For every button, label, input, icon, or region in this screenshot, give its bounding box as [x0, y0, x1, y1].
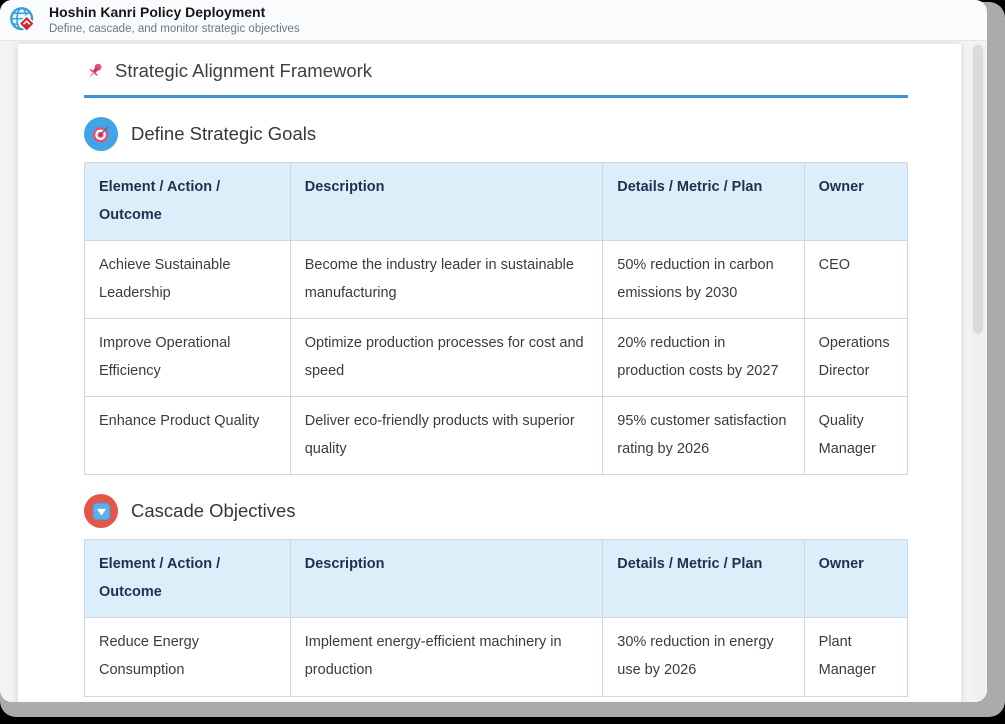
- table-row: Improve Operational EfficiencyOptimize p…: [85, 319, 908, 397]
- column-header: Owner: [804, 163, 907, 241]
- app-header: Hoshin Kanri Policy Deployment Define, c…: [0, 0, 987, 41]
- table-cell: 20% reduction in production costs by 202…: [603, 319, 804, 397]
- table-header-row: Element / Action / OutcomeDescriptionDet…: [85, 540, 908, 618]
- column-header: Details / Metric / Plan: [603, 540, 804, 618]
- sections-container: Define Strategic Goals Element / Action …: [84, 117, 908, 697]
- table-cell: Quality Manager: [804, 397, 907, 475]
- table-cell: 30% reduction in energy use by 2026: [603, 618, 804, 696]
- app-title: Hoshin Kanri Policy Deployment: [49, 4, 300, 22]
- table-cell: Reduce Energy Consumption: [85, 618, 291, 696]
- app-window: Hoshin Kanri Policy Deployment Define, c…: [0, 0, 987, 702]
- section-header: Define Strategic Goals: [84, 117, 908, 151]
- column-header: Description: [290, 540, 603, 618]
- table-cell: Optimize production processes for cost a…: [290, 319, 603, 397]
- table-row: Achieve Sustainable LeadershipBecome the…: [85, 241, 908, 319]
- table-cell: Deliver eco-friendly products with super…: [290, 397, 603, 475]
- column-header: Description: [290, 163, 603, 241]
- table-cell: Enhance Product Quality: [85, 397, 291, 475]
- page-title: Strategic Alignment Framework: [84, 60, 908, 98]
- section: Cascade Objectives Element / Action / Ou…: [84, 494, 908, 696]
- table-cell: Operations Director: [804, 319, 907, 397]
- pushpin-icon: [84, 61, 105, 82]
- table-row: Enhance Product QualityDeliver eco-frien…: [85, 397, 908, 475]
- section-table: Element / Action / OutcomeDescriptionDet…: [84, 539, 908, 696]
- table-cell: Improve Operational Efficiency: [85, 319, 291, 397]
- table-cell: 50% reduction in carbon emissions by 203…: [603, 241, 804, 319]
- app-subtitle: Define, cascade, and monitor strategic o…: [49, 22, 300, 36]
- table-cell: CEO: [804, 241, 907, 319]
- content-card: Strategic Alignment Framework Define Str…: [18, 44, 961, 702]
- table-cell: Plant Manager: [804, 618, 907, 696]
- table-cell: Implement energy-efficient machinery in …: [290, 618, 603, 696]
- page-body: Strategic Alignment Framework Define Str…: [0, 41, 987, 702]
- table-cell: Achieve Sustainable Leadership: [85, 241, 291, 319]
- column-header: Owner: [804, 540, 907, 618]
- section: Define Strategic Goals Element / Action …: [84, 117, 908, 475]
- column-header: Element / Action / Outcome: [85, 540, 291, 618]
- table-cell: Become the industry leader in sustainabl…: [290, 241, 603, 319]
- table-cell: 95% customer satisfaction rating by 2026: [603, 397, 804, 475]
- section-title: Define Strategic Goals: [131, 123, 316, 145]
- page-title-text: Strategic Alignment Framework: [115, 60, 372, 82]
- app-header-titles: Hoshin Kanri Policy Deployment Define, c…: [49, 4, 300, 36]
- section-table: Element / Action / OutcomeDescriptionDet…: [84, 162, 908, 475]
- column-header: Element / Action / Outcome: [85, 163, 291, 241]
- vertical-scrollbar[interactable]: [971, 43, 985, 700]
- table-header-row: Element / Action / OutcomeDescriptionDet…: [85, 163, 908, 241]
- target-icon: [84, 117, 118, 151]
- table-row: Reduce Energy ConsumptionImplement energ…: [85, 618, 908, 696]
- section-title: Cascade Objectives: [131, 500, 296, 522]
- globe-diamond-logo-icon: [9, 6, 38, 35]
- section-header: Cascade Objectives: [84, 494, 908, 528]
- down-button-icon: [84, 494, 118, 528]
- column-header: Details / Metric / Plan: [603, 163, 804, 241]
- scrollbar-thumb[interactable]: [973, 45, 983, 334]
